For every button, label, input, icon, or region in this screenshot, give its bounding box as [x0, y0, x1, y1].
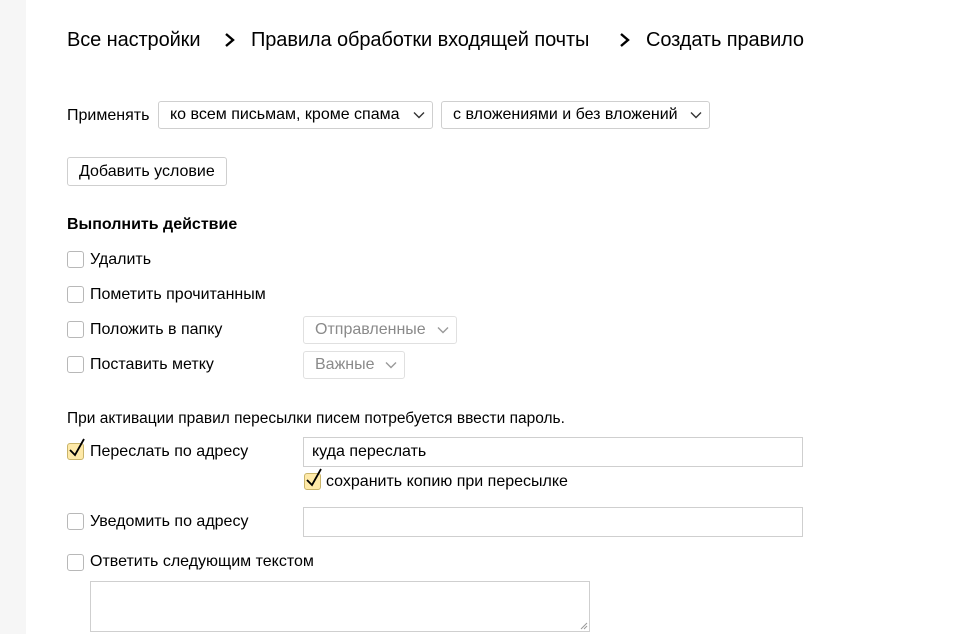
- notify-address-input[interactable]: [303, 507, 803, 537]
- move-to-folder-checkbox[interactable]: [67, 321, 84, 338]
- reply-label[interactable]: Ответить следующим текстом: [90, 552, 314, 572]
- delete-checkbox[interactable]: [67, 251, 84, 268]
- keep-copy-label[interactable]: сохранить копию при пересылке: [326, 472, 568, 492]
- chevron-right-icon: [620, 33, 630, 47]
- folder-select[interactable]: Отправленные: [303, 316, 457, 344]
- apply-label: Применять: [67, 107, 150, 124]
- scope-select-value: ко всем письмам, кроме спама: [170, 106, 400, 123]
- chevron-down-icon: [385, 362, 397, 369]
- forward-password-notice: При активации правил пересылки писем пот…: [67, 410, 565, 427]
- keep-copy-checkbox[interactable]: [304, 468, 322, 490]
- attachments-select[interactable]: с вложениями и без вложений: [441, 101, 710, 129]
- folder-select-value: Отправленные: [315, 321, 426, 338]
- reply-checkbox[interactable]: [67, 554, 84, 571]
- attachments-select-value: с вложениями и без вложений: [453, 106, 678, 123]
- forward-checkbox[interactable]: [67, 438, 85, 460]
- notify-label[interactable]: Уведомить по адресу: [90, 512, 248, 532]
- forward-address-input[interactable]: куда переслать: [303, 437, 803, 467]
- chevron-right-icon: [225, 33, 235, 47]
- reply-textarea[interactable]: [90, 581, 590, 632]
- add-condition-button[interactable]: Добавить условие: [67, 157, 227, 186]
- checkmark-icon: [306, 468, 322, 487]
- actions-heading: Выполнить действие: [67, 216, 238, 233]
- delete-label[interactable]: Удалить: [90, 250, 151, 270]
- chevron-down-icon: [690, 112, 702, 119]
- mark-read-label[interactable]: Пометить прочитанным: [90, 285, 266, 305]
- move-to-folder-label[interactable]: Положить в папку: [90, 320, 222, 340]
- label-select-value: Важные: [315, 356, 375, 373]
- label-select[interactable]: Важные: [303, 351, 405, 379]
- set-label-label[interactable]: Поставить метку: [90, 355, 214, 375]
- breadcrumb-create-rule: Создать правило: [646, 29, 804, 51]
- notify-checkbox[interactable]: [67, 513, 84, 530]
- chevron-down-icon: [413, 112, 425, 119]
- chevron-down-icon: [437, 327, 449, 334]
- mark-read-checkbox[interactable]: [67, 286, 84, 303]
- set-label-checkbox[interactable]: [67, 356, 84, 373]
- scope-select[interactable]: ко всем письмам, кроме спама: [158, 101, 433, 129]
- breadcrumb-all-settings[interactable]: Все настройки: [67, 26, 200, 54]
- checkmark-icon: [69, 438, 85, 457]
- resize-grip-icon[interactable]: [579, 621, 588, 630]
- forward-label[interactable]: Переслать по адресу: [90, 442, 248, 462]
- settings-page: Все настройки Правила обработки входящей…: [26, 0, 971, 634]
- breadcrumb-incoming-rules[interactable]: Правила обработки входящей почты: [251, 26, 589, 54]
